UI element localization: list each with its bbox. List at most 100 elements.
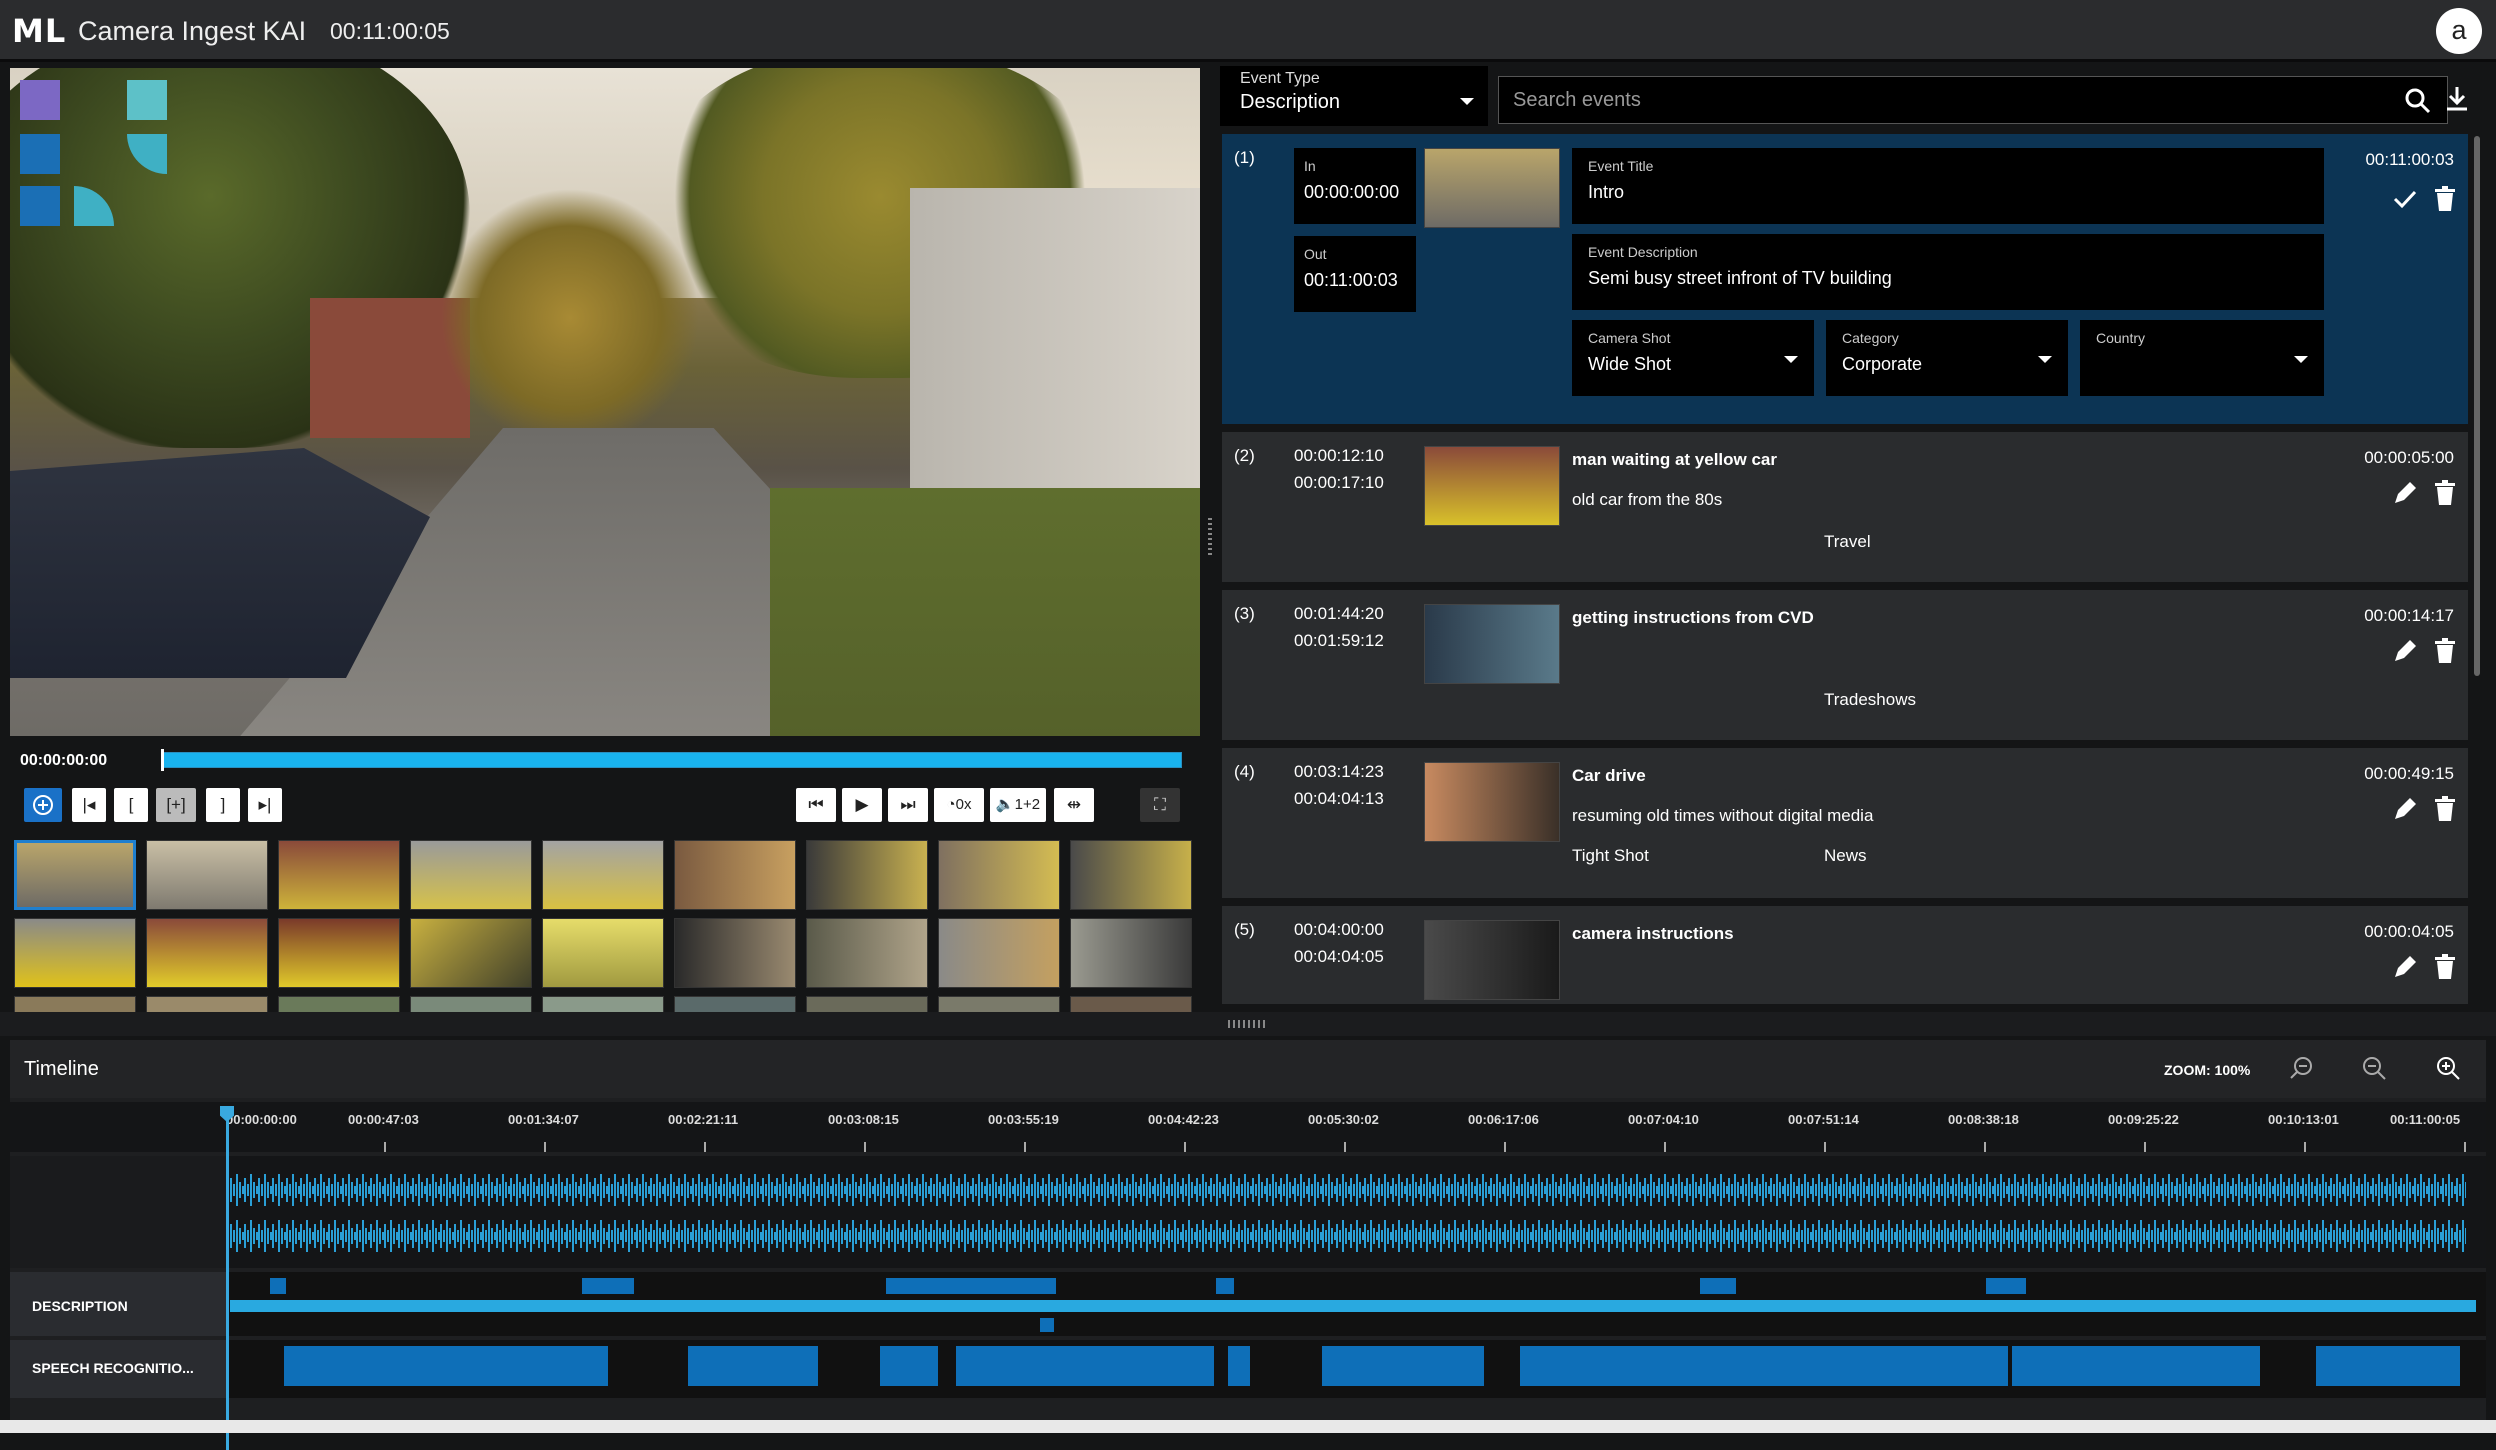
set-in-button[interactable]: [ bbox=[114, 788, 148, 822]
description-event-segment[interactable] bbox=[270, 1278, 286, 1294]
country-select[interactable]: Country bbox=[2080, 320, 2324, 396]
trash-icon[interactable] bbox=[2430, 952, 2460, 982]
trash-icon[interactable] bbox=[2430, 184, 2460, 214]
event-card[interactable]: (3) 00:01:44:20 00:01:59:12 getting inst… bbox=[1222, 590, 2468, 740]
pencil-icon[interactable] bbox=[2390, 478, 2420, 508]
fit-button[interactable]: ⇹ bbox=[1054, 788, 1094, 822]
trash-icon[interactable] bbox=[2430, 636, 2460, 666]
speech-segment[interactable] bbox=[956, 1346, 1214, 1386]
thumbnail[interactable] bbox=[674, 918, 796, 988]
event-card[interactable]: (2) 00:00:12:10 00:00:17:10 man waiting … bbox=[1222, 432, 2468, 582]
audio-track[interactable] bbox=[10, 1156, 2486, 1268]
pencil-icon[interactable] bbox=[2390, 636, 2420, 666]
go-to-in-button[interactable]: |◂ bbox=[72, 788, 106, 822]
event-type-select[interactable]: Event Type Description bbox=[1220, 66, 1488, 126]
event-card[interactable]: (4) 00:03:14:23 00:04:04:13 Car drive re… bbox=[1222, 748, 2468, 898]
pencil-icon[interactable] bbox=[2390, 794, 2420, 824]
next-frame-button[interactable]: ⏭ bbox=[888, 788, 928, 822]
zoom-reset-icon[interactable] bbox=[2288, 1054, 2318, 1084]
ruler-tick-label: 00:07:51:14 bbox=[1788, 1112, 1859, 1127]
thumbnail[interactable] bbox=[1070, 918, 1192, 988]
thumbnail-strip[interactable] bbox=[10, 840, 1200, 1012]
zoom-in-icon[interactable] bbox=[2434, 1054, 2464, 1084]
thumbnail[interactable] bbox=[278, 840, 400, 910]
speech-segment[interactable] bbox=[2012, 1346, 2260, 1386]
timeline-ruler[interactable]: 00:00:00:00 00:00:47:03 00:01:34:07 00:0… bbox=[10, 1102, 2486, 1152]
thumbnail[interactable] bbox=[14, 840, 136, 910]
trash-icon[interactable] bbox=[2430, 478, 2460, 508]
video-player[interactable] bbox=[10, 68, 1200, 736]
horizontal-splitter[interactable] bbox=[0, 1012, 2496, 1036]
thumbnail[interactable] bbox=[938, 996, 1060, 1012]
thumbnail[interactable] bbox=[278, 918, 400, 988]
thumbnail[interactable] bbox=[146, 840, 268, 910]
thumbnail[interactable] bbox=[1070, 840, 1192, 910]
thumbnail[interactable] bbox=[146, 918, 268, 988]
events-scrollbar[interactable] bbox=[2474, 136, 2480, 676]
trash-icon[interactable] bbox=[2430, 794, 2460, 824]
category-select[interactable]: Category Corporate bbox=[1826, 320, 2068, 396]
thumbnail[interactable] bbox=[674, 996, 796, 1012]
set-out-button[interactable]: ] bbox=[206, 788, 240, 822]
thumbnail[interactable] bbox=[806, 840, 928, 910]
thumbnail[interactable] bbox=[410, 918, 532, 988]
event-card[interactable]: (5) 00:04:00:00 00:04:04:05 camera instr… bbox=[1222, 906, 2468, 1004]
description-event-segment-main[interactable] bbox=[230, 1300, 2476, 1312]
thumbnail[interactable] bbox=[14, 918, 136, 988]
thumbnail[interactable] bbox=[806, 918, 928, 988]
description-event-segment[interactable] bbox=[1986, 1278, 2026, 1294]
description-event-segment[interactable] bbox=[1040, 1318, 1054, 1332]
speech-segment[interactable] bbox=[2316, 1346, 2460, 1386]
zoom-out-icon[interactable] bbox=[2360, 1054, 2390, 1084]
description-event-segment[interactable] bbox=[1216, 1278, 1234, 1294]
speech-segment[interactable] bbox=[284, 1346, 608, 1386]
download-icon[interactable] bbox=[2442, 84, 2472, 114]
speech-segment[interactable] bbox=[1228, 1346, 1250, 1386]
thumbnail[interactable] bbox=[410, 996, 532, 1012]
thumbnail[interactable] bbox=[14, 996, 136, 1012]
thumbnail[interactable] bbox=[542, 996, 664, 1012]
add-event-button[interactable] bbox=[24, 788, 62, 822]
thumbnail[interactable] bbox=[674, 840, 796, 910]
thumbnail[interactable] bbox=[542, 840, 664, 910]
event-description-field[interactable]: Event Description Semi busy street infro… bbox=[1572, 234, 2324, 310]
vertical-splitter[interactable] bbox=[1203, 68, 1219, 1008]
event-title-field[interactable]: Event Title Intro bbox=[1572, 148, 2324, 224]
progress-bar[interactable] bbox=[161, 749, 1182, 771]
thumbnail[interactable] bbox=[938, 840, 1060, 910]
description-event-segment[interactable] bbox=[582, 1278, 634, 1294]
progress-handle[interactable] bbox=[161, 749, 164, 771]
thumbnail[interactable] bbox=[278, 996, 400, 1012]
search-events-field[interactable]: Search events bbox=[1498, 76, 2448, 124]
description-event-segment[interactable] bbox=[1700, 1278, 1736, 1294]
thumbnail[interactable] bbox=[146, 996, 268, 1012]
speech-segment[interactable] bbox=[880, 1346, 938, 1386]
check-icon[interactable] bbox=[2390, 184, 2420, 214]
previous-frame-button[interactable]: ⏮ bbox=[796, 788, 836, 822]
pencil-icon[interactable] bbox=[2390, 952, 2420, 982]
audio-channel-button[interactable]: 🔈1+2 bbox=[990, 788, 1046, 822]
description-event-segment[interactable] bbox=[886, 1278, 1056, 1294]
speech-segment[interactable] bbox=[688, 1346, 818, 1386]
out-timecode-field[interactable]: Out 00:11:00:03 bbox=[1294, 236, 1416, 312]
thumbnail[interactable] bbox=[410, 840, 532, 910]
camera-shot-select[interactable]: Camera Shot Wide Shot bbox=[1572, 320, 1814, 396]
speech-segment[interactable] bbox=[1520, 1346, 2008, 1386]
clear-marks-button[interactable]: [+] bbox=[156, 788, 196, 822]
event-card-active[interactable]: (1) In 00:00:00:00 Out 00:11:00:03 Event… bbox=[1222, 134, 2468, 424]
playback-speed-button[interactable]: ◔0x bbox=[934, 788, 984, 822]
speech-segment[interactable] bbox=[1322, 1346, 1484, 1386]
description-track[interactable]: DESCRIPTION bbox=[10, 1272, 2486, 1336]
search-icon[interactable] bbox=[2403, 86, 2433, 116]
thumbnail[interactable] bbox=[938, 918, 1060, 988]
speech-recognition-track[interactable]: SPEECH RECOGNITIO... bbox=[10, 1340, 2486, 1398]
user-avatar[interactable]: a bbox=[2436, 8, 2482, 54]
play-button[interactable]: ▶ bbox=[842, 788, 882, 822]
fullscreen-button[interactable]: ⛶ bbox=[1140, 788, 1180, 822]
in-timecode-field[interactable]: In 00:00:00:00 bbox=[1294, 148, 1416, 224]
go-to-out-button[interactable]: ▸| bbox=[248, 788, 282, 822]
thumbnail[interactable] bbox=[806, 996, 928, 1012]
thumbnail[interactable] bbox=[542, 918, 664, 988]
timeline-playhead[interactable] bbox=[220, 1106, 234, 1450]
thumbnail[interactable] bbox=[1070, 996, 1192, 1012]
